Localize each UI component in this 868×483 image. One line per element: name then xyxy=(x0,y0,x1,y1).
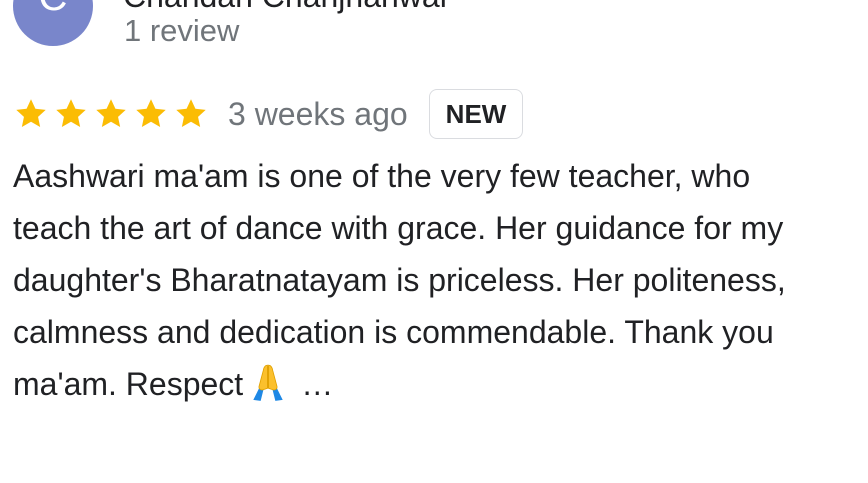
star-icon xyxy=(13,96,49,132)
star-icon xyxy=(133,96,169,132)
review-card: C Chandan Chanjhanwal 1 review 3 weeks a… xyxy=(0,0,868,483)
more-ellipsis[interactable]: … xyxy=(301,366,333,402)
review-text-line: teach the art of dance with grace. Her g… xyxy=(13,210,784,246)
star-icon xyxy=(93,96,129,132)
avatar[interactable]: C xyxy=(13,0,93,46)
review-text-line: daughter's Bharatnatayam is priceless. H… xyxy=(13,262,786,298)
star-rating xyxy=(13,96,209,132)
review-time: 3 weeks ago xyxy=(228,95,408,132)
rating-row: 3 weeks ago NEW xyxy=(13,88,524,140)
folded-hands-icon xyxy=(247,361,289,403)
avatar-letter: C xyxy=(39,0,68,19)
star-icon xyxy=(173,96,209,132)
review-count: 1 review xyxy=(124,13,240,48)
review-text-line: Aashwari ma'am is one of the very few te… xyxy=(13,158,751,194)
new-badge: NEW xyxy=(428,89,524,139)
review-text-last-line: ma'am. Respect … xyxy=(13,358,865,410)
review-text-line: calmness and dedication is commendable. … xyxy=(13,314,774,350)
star-icon xyxy=(53,96,89,132)
review-text-line: ma'am. Respect xyxy=(13,366,244,402)
review-text[interactable]: Aashwari ma'am is one of the very few te… xyxy=(13,150,865,410)
